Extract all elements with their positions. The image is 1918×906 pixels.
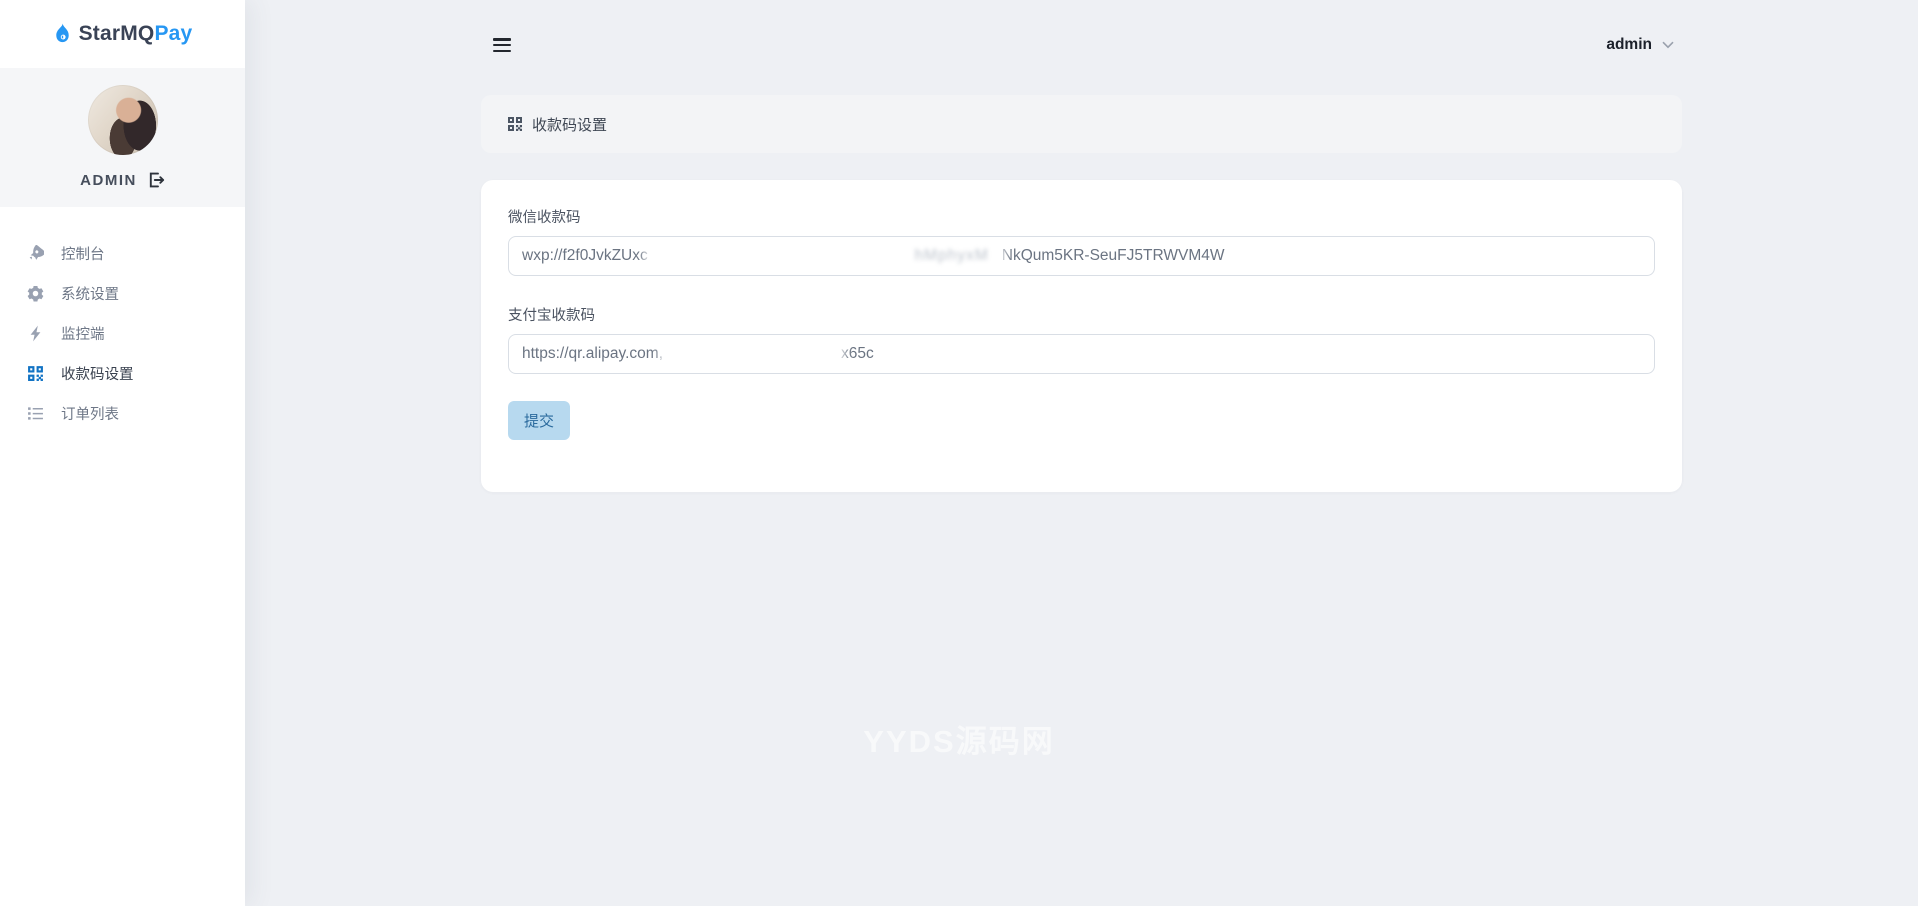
qrcode-icon xyxy=(27,365,44,382)
list-icon xyxy=(27,405,44,422)
qrcode-icon xyxy=(507,116,523,132)
wechat-code-value-suffix: NkQum5KR-SeuFJ5TRWVM4W xyxy=(1002,247,1225,265)
avatar xyxy=(88,85,158,155)
alipay-code-value-prefix: https://qr.alipay.com, xyxy=(522,345,663,363)
sidebar-item-monitor[interactable]: 监控端 xyxy=(0,313,245,353)
sidebar-item-label: 订单列表 xyxy=(61,403,119,424)
main-area: admin 收款码设置 微信收款码 wxp://f2f0JvkZUxc hMphy… xyxy=(245,0,1918,906)
sidebar-item-label: 系统设置 xyxy=(61,283,119,304)
rocket-icon xyxy=(27,245,44,262)
sidebar: StarMQPay ADMIN 控制台 系统设置 xyxy=(0,0,245,906)
wechat-code-input[interactable]: wxp://f2f0JvkZUxc hMphyxMNkQum5KR-SeuFJ5T… xyxy=(508,236,1655,276)
brand-name-star: StarMQ xyxy=(79,22,155,45)
submit-button[interactable]: 提交 xyxy=(508,401,570,440)
logout-icon[interactable] xyxy=(147,171,165,189)
alipay-code-input[interactable]: https://qr.alipay.com, x65c xyxy=(508,334,1655,374)
sidebar-item-label: 监控端 xyxy=(61,323,105,344)
page-title: 收款码设置 xyxy=(532,114,607,135)
flame-icon xyxy=(53,23,72,46)
bolt-icon xyxy=(27,325,44,342)
sidebar-item-dashboard[interactable]: 控制台 xyxy=(0,233,245,273)
user-profile-panel: ADMIN xyxy=(0,68,245,207)
brand-name: StarMQPay xyxy=(79,22,193,46)
payment-code-form-card: 微信收款码 wxp://f2f0JvkZUxc hMphyxMNkQum5KR-S… xyxy=(481,180,1682,492)
hamburger-icon[interactable] xyxy=(493,38,511,52)
brand-logo[interactable]: StarMQPay xyxy=(0,0,245,68)
gear-icon xyxy=(27,285,44,302)
brand-name-pay: Pay xyxy=(154,22,192,45)
redaction-smudge xyxy=(666,342,838,366)
sidebar-item-system-settings[interactable]: 系统设置 xyxy=(0,273,245,313)
sidebar-item-payment-code-settings[interactable]: 收款码设置 xyxy=(0,353,245,393)
page-header: 收款码设置 xyxy=(481,95,1682,153)
wechat-code-field: 微信收款码 wxp://f2f0JvkZUxc hMphyxMNkQum5KR-S… xyxy=(508,206,1655,276)
alipay-code-label: 支付宝收款码 xyxy=(508,304,1655,325)
wechat-code-masked-text: hMphyxM xyxy=(915,247,999,265)
topbar: admin xyxy=(481,28,1682,62)
sidebar-item-label: 控制台 xyxy=(61,243,105,264)
wechat-code-label: 微信收款码 xyxy=(508,206,1655,227)
redaction-smudge: hMphyxM xyxy=(651,244,999,268)
sidebar-menu: 控制台 系统设置 监控端 收款码设置 订单列表 xyxy=(0,207,245,433)
wechat-code-value-prefix: wxp://f2f0JvkZUxc xyxy=(522,247,648,265)
alipay-code-field: 支付宝收款码 https://qr.alipay.com, x65c xyxy=(508,304,1655,374)
username-label: admin xyxy=(1606,36,1652,54)
sidebar-item-label: 收款码设置 xyxy=(61,363,134,384)
sidebar-item-order-list[interactable]: 订单列表 xyxy=(0,393,245,433)
user-name-label: ADMIN xyxy=(80,172,137,189)
user-dropdown[interactable]: admin xyxy=(1606,36,1674,54)
chevron-down-icon xyxy=(1662,41,1674,49)
alipay-code-value-suffix: x65c xyxy=(841,345,874,363)
